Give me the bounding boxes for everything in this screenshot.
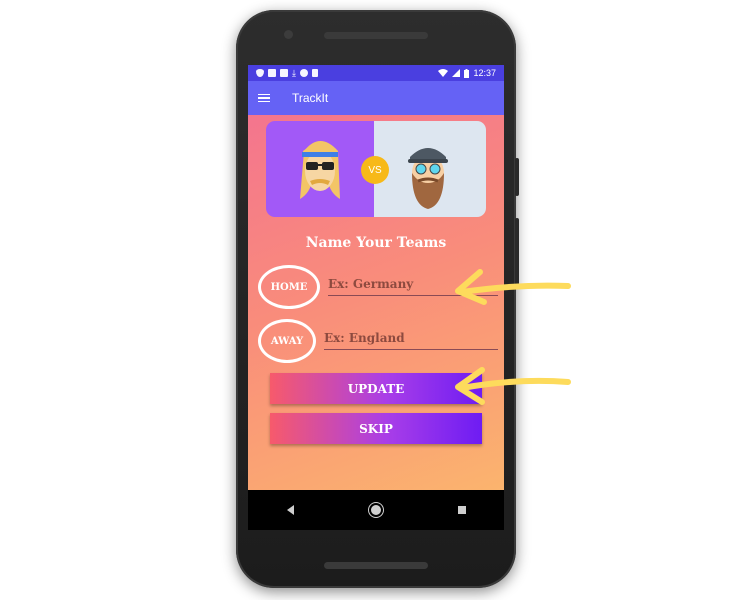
battery-icon: [464, 68, 470, 78]
annotation-arrow-icon: [455, 367, 571, 405]
form-heading: Name Your Teams: [305, 235, 447, 251]
navigation-bar: [248, 490, 504, 530]
image-icon: [268, 69, 276, 77]
home-label-badge: HOME: [258, 265, 320, 309]
away-team-input[interactable]: [324, 327, 498, 350]
top-speaker: [324, 32, 428, 39]
away-avatar-panel: [374, 121, 486, 217]
front-camera: [284, 30, 293, 39]
status-left-icons: ⤓: [256, 68, 318, 79]
recents-icon[interactable]: [457, 506, 466, 514]
away-label-badge: AWAY: [258, 319, 316, 363]
status-right-icons: 12:37: [438, 68, 496, 78]
status-time: 12:37: [473, 68, 496, 78]
app-icon: [280, 69, 288, 77]
app-title: TrackIt: [292, 91, 329, 105]
annotation-arrow-icon: [455, 269, 571, 305]
signal-icon: [452, 69, 461, 77]
matchup-card: VS: [266, 121, 486, 217]
wifi-icon: [438, 69, 449, 77]
back-icon[interactable]: [286, 505, 294, 515]
shield-icon: [256, 69, 264, 77]
download-icon: ⤓: [292, 67, 296, 78]
power-button: [515, 158, 519, 196]
sync-icon: [299, 69, 308, 77]
skip-button[interactable]: SKIP: [270, 413, 482, 444]
home-avatar-panel: [266, 121, 374, 217]
vs-badge: VS: [361, 156, 389, 184]
bearded-cap-avatar: [408, 148, 448, 209]
hipster-sunglasses-avatar: [300, 141, 340, 199]
status-bar: ⤓ 12:37: [248, 65, 504, 81]
hamburger-menu-icon[interactable]: [258, 93, 270, 103]
home-icon[interactable]: [370, 505, 381, 515]
sim-icon: [311, 69, 318, 77]
app-bar: TrackIt: [248, 81, 504, 115]
bottom-speaker: [324, 562, 428, 569]
